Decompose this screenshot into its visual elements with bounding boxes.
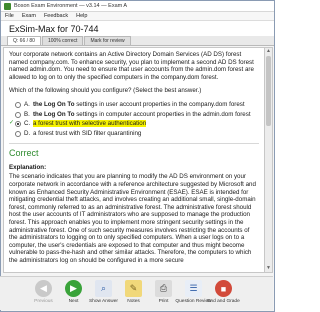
- review-list-icon: ☰: [185, 280, 202, 297]
- scroll-down-arrow-icon[interactable]: ▼: [266, 266, 271, 271]
- printer-icon: ⎙: [155, 280, 172, 297]
- print-button[interactable]: ⎙ Print: [150, 277, 177, 311]
- previous-button[interactable]: ◀ Previous: [30, 277, 57, 311]
- menu-feedback[interactable]: Feedback: [44, 13, 68, 19]
- result-label: Correct: [9, 143, 259, 158]
- option-text: the Log On To settings in user account p…: [33, 101, 259, 109]
- option-bold: the Log On To: [33, 100, 75, 108]
- question-content: Your corporate network contains an Activ…: [3, 47, 265, 273]
- title-bar: Boson Exam Environment — v3.14 — Exam A: [1, 1, 274, 12]
- option-b[interactable]: B. the Log On To settings in computer ac…: [9, 111, 259, 119]
- exam-header: ExSim-Max for 70-744: [1, 21, 274, 36]
- question-tabs: Q: 66 / 80 100% correct Mark for review: [1, 36, 274, 46]
- option-rest: a forest trust with SID filter quarantin…: [33, 129, 142, 137]
- next-button[interactable]: ▶ Next: [60, 277, 87, 311]
- notes-button[interactable]: ✎ Notes: [120, 277, 147, 311]
- bottom-toolbar: ◀ Previous ▶ Next ⌕ Show Answer ✎ Notes …: [0, 276, 273, 310]
- option-letter: A.: [24, 100, 30, 108]
- explanation-title: Explanation:: [9, 164, 47, 172]
- show-answer-label: Show Answer: [88, 299, 119, 304]
- tab-score[interactable]: 100% correct: [41, 36, 84, 45]
- question-review-label: Question Review: [175, 299, 212, 304]
- end-grade-button[interactable]: ■ End and Grade: [207, 277, 240, 311]
- notes-icon: ✎: [125, 280, 142, 297]
- explanation-text: The scenario indicates that you are plan…: [9, 173, 256, 264]
- menu-bar: File Exam Feedback Help: [1, 12, 274, 21]
- option-d[interactable]: D. a forest trust with SID filter quaran…: [9, 130, 259, 138]
- radio-b[interactable]: [15, 111, 21, 118]
- option-text: the Log On To settings in computer accou…: [33, 111, 259, 119]
- radio-c[interactable]: [15, 121, 21, 128]
- show-answer-button[interactable]: ⌕ Show Answer: [88, 277, 119, 311]
- question-text: Your corporate network contains an Activ…: [9, 51, 254, 81]
- arrow-right-icon: ▶: [65, 280, 82, 297]
- option-rest: a forest trust with selective authentica…: [33, 120, 147, 128]
- option-letter: D.: [24, 129, 31, 137]
- end-grade-label: End and Grade: [207, 299, 240, 304]
- content-scrollbar[interactable]: ▲ ▼: [265, 47, 273, 273]
- menu-help[interactable]: Help: [76, 13, 87, 19]
- option-rest: settings in user account properties in t…: [74, 100, 245, 108]
- answer-options: A. the Log On To settings in user accoun…: [9, 101, 259, 137]
- next-label: Next: [68, 299, 79, 304]
- option-bold: the Log On To: [33, 110, 75, 118]
- arrow-left-icon: ◀: [35, 280, 52, 297]
- menu-exam[interactable]: Exam: [22, 13, 36, 19]
- radio-d[interactable]: [15, 130, 21, 137]
- notes-label: Notes: [127, 299, 140, 304]
- previous-label: Previous: [34, 299, 53, 304]
- app-icon: [4, 2, 11, 10]
- end-grade-icon: ■: [215, 280, 232, 297]
- option-letter: C.: [24, 120, 31, 128]
- option-text: a forest trust with SID filter quarantin…: [33, 130, 259, 138]
- window-title: Boson Exam Environment — v3.14 — Exam A: [14, 3, 128, 9]
- exam-title: ExSim-Max for 70-744: [9, 23, 99, 34]
- option-rest: settings in computer account properties …: [74, 110, 251, 118]
- option-text: a forest trust with selective authentica…: [33, 120, 259, 128]
- radio-a[interactable]: [15, 101, 21, 108]
- tab-mark-review[interactable]: Mark for review: [84, 36, 131, 45]
- scroll-thumb[interactable]: [266, 56, 271, 126]
- tab-question-number[interactable]: Q: 66 / 80: [7, 36, 41, 45]
- option-c[interactable]: ✓ C. a forest trust with selective authe…: [9, 120, 259, 128]
- option-a[interactable]: A. the Log On To settings in user accoun…: [9, 101, 259, 109]
- option-letter: B.: [24, 110, 30, 118]
- question-review-button[interactable]: ☰ Question Review: [175, 277, 212, 311]
- question-prompt: Which of the following should you config…: [9, 87, 202, 95]
- print-label: Print: [158, 299, 169, 304]
- magnifier-icon: ⌕: [95, 280, 112, 297]
- scroll-up-arrow-icon[interactable]: ▲: [266, 49, 271, 54]
- menu-file[interactable]: File: [5, 13, 14, 19]
